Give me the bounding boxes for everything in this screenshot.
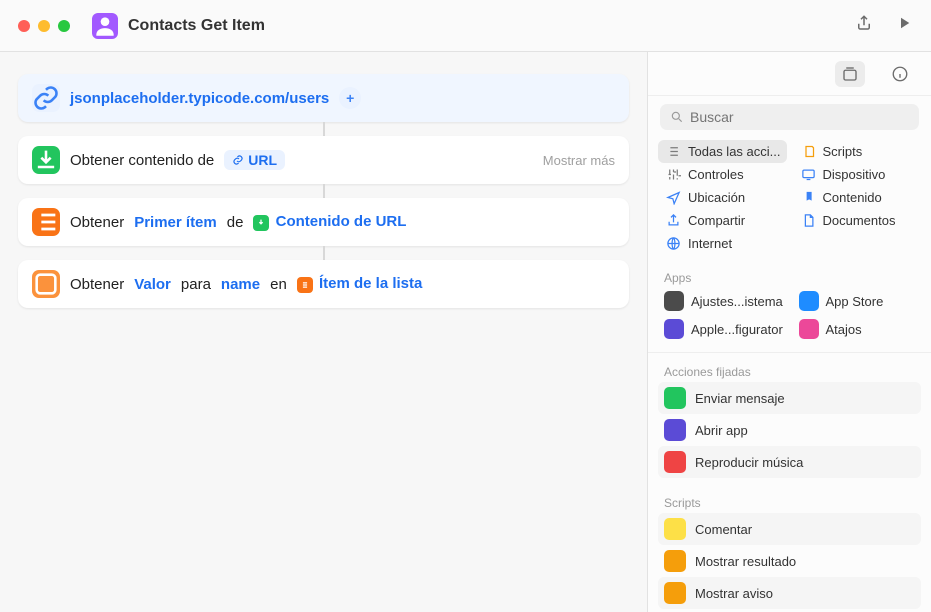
search-input[interactable] bbox=[690, 109, 909, 125]
zoom-window-button[interactable] bbox=[58, 20, 70, 32]
action-list-item[interactable]: Comentar bbox=[658, 513, 921, 545]
window-controls bbox=[18, 20, 70, 32]
action-list-item[interactable]: Enviar mensaje bbox=[658, 382, 921, 414]
action-get-item[interactable]: Obtener Primer ítem de Contenido de URL bbox=[18, 198, 629, 246]
url-value[interactable]: jsonplaceholder.typicode.com/users bbox=[70, 90, 329, 107]
action-get-value[interactable]: Obtener Valor para name en Ítem de la li… bbox=[18, 260, 629, 308]
titlebar: Contacts Get Item bbox=[0, 0, 931, 52]
category-item[interactable]: Compartir bbox=[658, 209, 787, 232]
source-token[interactable]: Contenido de URL bbox=[253, 213, 406, 230]
library-sidebar: Todas las acci... Scripts Controles Disposi… bbox=[647, 52, 931, 612]
app-item[interactable]: Apple...figurator bbox=[658, 316, 787, 342]
link-icon bbox=[32, 84, 60, 112]
contacts-icon bbox=[92, 13, 118, 39]
category-grid: Todas las acci... Scripts Controles Disposi… bbox=[648, 138, 931, 263]
connector bbox=[323, 122, 325, 136]
for-label: para bbox=[181, 276, 211, 293]
key-token[interactable]: name bbox=[221, 276, 260, 293]
show-more-button[interactable]: Mostrar más bbox=[543, 153, 615, 168]
selector-token[interactable]: Primer ítem bbox=[134, 214, 217, 231]
app-item[interactable]: App Store bbox=[793, 288, 922, 314]
download-icon bbox=[32, 146, 60, 174]
in-label: en bbox=[270, 276, 287, 293]
dictionary-icon bbox=[32, 270, 60, 298]
share-button[interactable] bbox=[855, 14, 873, 37]
url-param-token[interactable]: URL bbox=[224, 150, 285, 170]
action-get-contents[interactable]: Obtener contenido de URL Mostrar más bbox=[18, 136, 629, 184]
connector bbox=[323, 184, 325, 198]
list-icon bbox=[32, 208, 60, 236]
close-window-button[interactable] bbox=[18, 20, 30, 32]
app-item[interactable]: Ajustes...istema bbox=[658, 288, 787, 314]
verb-label: Obtener bbox=[70, 214, 124, 231]
category-item[interactable]: Todas las acci... bbox=[658, 140, 787, 163]
minimize-window-button[interactable] bbox=[38, 20, 50, 32]
workflow-canvas: jsonplaceholder.typicode.com/users + Obt… bbox=[0, 52, 647, 612]
divider bbox=[648, 352, 931, 353]
category-item[interactable]: Ubicación bbox=[658, 186, 787, 209]
apps-list: Ajustes...istemaApp StoreApple...figurat… bbox=[648, 288, 931, 342]
scripts-list: ComentarMostrar resultadoMostrar avisoSo… bbox=[648, 513, 931, 612]
category-item[interactable]: Dispositivo bbox=[793, 163, 922, 186]
category-item[interactable]: Contenido bbox=[793, 186, 922, 209]
pinned-list: Enviar mensajeAbrir appReproducir música bbox=[648, 382, 931, 488]
category-item[interactable]: Controles bbox=[658, 163, 787, 186]
source-token[interactable]: Ítem de la lista bbox=[297, 275, 423, 292]
apps-section-header: Apps bbox=[648, 263, 931, 288]
action-url[interactable]: jsonplaceholder.typicode.com/users + bbox=[18, 74, 629, 122]
value-token[interactable]: Valor bbox=[134, 276, 171, 293]
of-label: de bbox=[227, 214, 244, 231]
action-list-item[interactable]: Abrir app bbox=[658, 414, 921, 446]
action-list-item[interactable]: Mostrar resultado bbox=[658, 545, 921, 577]
scripts-section-header: Scripts bbox=[648, 488, 931, 513]
add-url-button[interactable]: + bbox=[339, 87, 361, 109]
action-list-item[interactable]: Reproducir música bbox=[658, 446, 921, 478]
search-field[interactable] bbox=[660, 104, 919, 130]
verb-label: Obtener bbox=[70, 276, 124, 293]
action-label: Obtener contenido de bbox=[70, 152, 214, 169]
window-title: Contacts Get Item bbox=[128, 17, 265, 35]
app-item[interactable]: Atajos bbox=[793, 316, 922, 342]
category-item[interactable]: Scripts bbox=[793, 140, 922, 163]
sidebar-toolbar bbox=[648, 52, 931, 96]
category-item[interactable]: Internet bbox=[658, 232, 787, 255]
library-tab-button[interactable] bbox=[835, 61, 865, 87]
play-button[interactable] bbox=[895, 14, 913, 37]
connector bbox=[323, 246, 325, 260]
pinned-section-header: Acciones fijadas bbox=[648, 357, 931, 382]
category-item[interactable]: Documentos bbox=[793, 209, 922, 232]
action-list-item[interactable]: Mostrar aviso bbox=[658, 577, 921, 609]
info-tab-button[interactable] bbox=[885, 61, 915, 87]
